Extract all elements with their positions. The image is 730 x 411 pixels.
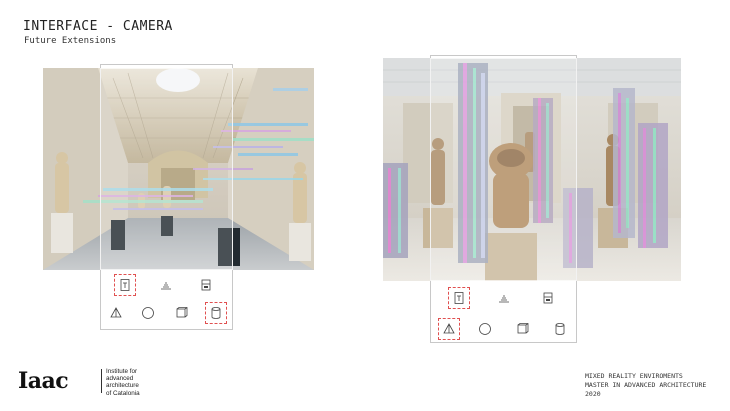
print-tool-button[interactable] — [197, 276, 215, 294]
draw-tool-icon — [161, 282, 171, 290]
cylinder-shape-icon — [555, 323, 565, 335]
cylinder-shape-button[interactable] — [205, 302, 227, 324]
cylinder-shape-button[interactable] — [551, 320, 569, 338]
cube-shape-icon — [176, 307, 188, 318]
credit-line: 2020 — [585, 390, 601, 398]
text-tool-icon — [120, 279, 130, 291]
phone-screen-hall — [100, 68, 233, 270]
cube-shape-button[interactable] — [514, 320, 532, 338]
text-tool-button[interactable] — [448, 287, 470, 309]
credit-line: MIXED REALITY ENVIROMENTS — [585, 372, 683, 380]
pyramid-shape-button[interactable] — [107, 304, 125, 322]
draw-tool-button[interactable] — [157, 276, 175, 294]
institute-line: Institute for — [106, 368, 138, 375]
cube-shape-icon — [517, 323, 529, 334]
pyramid-shape-icon — [110, 307, 122, 318]
toolbar-statue — [431, 281, 576, 342]
sphere-shape-button[interactable] — [476, 320, 494, 338]
pyramid-shape-icon — [443, 323, 455, 334]
page-subtitle: Future Extensions — [24, 36, 117, 46]
sphere-shape-button[interactable] — [139, 304, 157, 322]
credit-line: MASTER IN ADVANCED ARCHITECTURE — [585, 381, 707, 389]
text-tool-icon — [454, 292, 464, 304]
institute-line: advanced — [106, 375, 134, 383]
institute-line: architecture — [106, 382, 139, 390]
course-credits: MIXED REALITY ENVIROMENTS MASTER IN ADVA… — [585, 372, 706, 399]
draw-tool-button[interactable] — [495, 289, 513, 307]
phone-screen-statue — [430, 58, 577, 281]
slide: INTERFACE - CAMERA Future Extensions Iaa… — [0, 0, 730, 411]
logo-divider — [101, 369, 102, 393]
text-tool-button[interactable] — [114, 274, 136, 296]
pyramid-shape-button[interactable] — [438, 318, 460, 340]
institute-name: Institute for advanced architecture of C… — [106, 368, 140, 397]
print-tool-button[interactable] — [539, 289, 557, 307]
sphere-shape-icon — [142, 307, 154, 319]
print-tool-icon — [543, 292, 553, 304]
iaac-logo: Iaac — [18, 368, 69, 394]
cube-shape-button[interactable] — [173, 304, 191, 322]
sphere-shape-icon — [479, 323, 491, 335]
institute-line: of Catalonia — [106, 389, 140, 397]
print-tool-icon — [201, 279, 211, 291]
cylinder-shape-icon — [211, 307, 221, 319]
page-title: INTERFACE - CAMERA — [23, 19, 173, 34]
toolbar-hall — [101, 270, 232, 329]
draw-tool-icon — [499, 295, 509, 303]
